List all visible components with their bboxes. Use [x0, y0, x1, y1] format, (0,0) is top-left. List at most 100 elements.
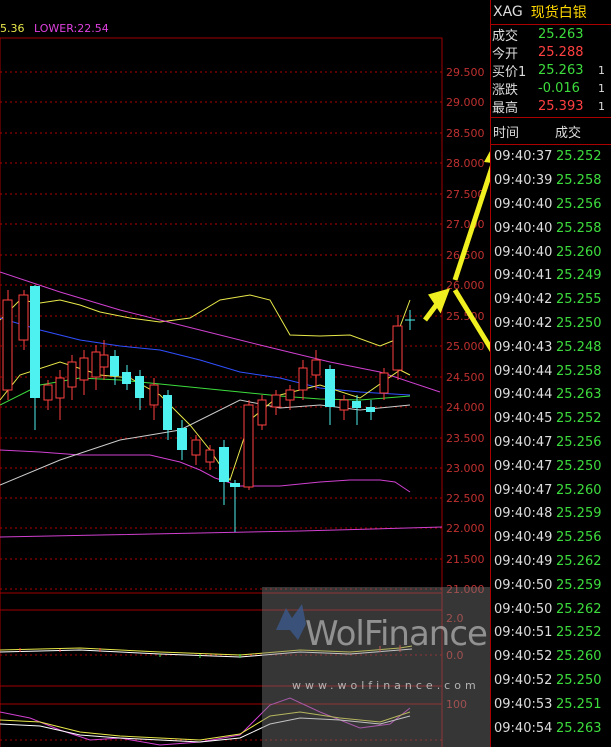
quote-label: 今开: [492, 46, 519, 62]
trade-time: 09:40:48: [494, 506, 553, 522]
quote-label: 涨跌: [492, 82, 519, 98]
trade-row: 09:40:39 25.258: [491, 169, 611, 193]
quote-row: 涨跌 -0.016 1: [491, 79, 611, 98]
price-tick: 26.000: [446, 279, 485, 292]
trade-time: 09:40:45: [494, 411, 553, 427]
trade-time: 09:40:49: [494, 553, 553, 569]
candles: [2, 285, 415, 532]
trade-time: 09:40:40: [494, 220, 553, 236]
quote-row: 买价1 25.263 1: [491, 61, 611, 80]
trade-row: 09:40:53 25.251: [491, 692, 611, 716]
trade-price: 25.256: [556, 434, 602, 450]
trade-time: 09:40:47: [494, 434, 553, 450]
trade-price: 25.252: [556, 149, 602, 165]
trade-time: 09:40:42: [494, 315, 553, 331]
price-tick: 21.500: [446, 553, 485, 566]
trade-time: 09:40:53: [494, 696, 553, 712]
trade-row: 09:40:54 25.263: [491, 716, 611, 740]
price-tick: 22.500: [446, 492, 485, 505]
price-tick: 28.500: [446, 127, 485, 140]
trend-line-upper: [0, 271, 441, 393]
trade-time: 09:40:47: [494, 458, 553, 474]
price-tick: 22.000: [446, 522, 485, 535]
trade-row: 09:40:47 25.250: [491, 454, 611, 478]
trade-time: 09:40:50: [494, 577, 553, 593]
price-tick: 24.000: [446, 401, 485, 414]
trade-row: 09:40:44 25.258: [491, 359, 611, 383]
trade-time: 09:40:41: [494, 268, 553, 284]
trade-ticker[interactable]: 时间 成交 09:40:37 25.252 09:40:39 25.258 09:40:…: [491, 117, 611, 740]
quote-value: 25.288: [538, 44, 584, 60]
watermark-brand: WolFinance: [305, 614, 488, 654]
trade-price: 25.258: [556, 220, 602, 236]
trade-row: 09:40:42 25.250: [491, 312, 611, 336]
trade-row: 09:40:42 25.255: [491, 288, 611, 312]
trade-row: 09:40:49 25.262: [491, 550, 611, 574]
trade-time: 09:40:43: [494, 339, 553, 355]
trade-row: 09:40:40 25.256: [491, 193, 611, 217]
trade-time: 09:40:39: [494, 173, 553, 189]
trade-row: 09:40:50 25.259: [491, 573, 611, 597]
quote-table: 成交 25.263 今开 25.288 买价1 25.263 1 涨跌 -0.016 1 最…: [491, 24, 611, 116]
trade-time: 09:40:47: [494, 482, 553, 498]
bollinger-lower-line: [0, 449, 411, 493]
symbol-code: XAG: [493, 4, 523, 20]
trade-row: 09:40:52 25.250: [491, 669, 611, 693]
trade-price: 25.256: [556, 196, 602, 212]
price-tick: 28.000: [446, 157, 485, 170]
price-tick: 29.500: [446, 66, 485, 79]
indicator-legend: 5.36 LOWER:22.54: [0, 22, 109, 35]
price-tick: 24.500: [446, 371, 485, 384]
trade-row: 09:40:43 25.248: [491, 335, 611, 359]
quote-value: -0.016: [538, 80, 580, 96]
quote-row: 成交 25.263: [491, 25, 611, 44]
bollinger-mid-value: 5.36: [0, 22, 25, 35]
trade-price: 25.250: [556, 672, 602, 688]
trade-price: 25.252: [556, 411, 602, 427]
trade-row: 09:40:40 25.258: [491, 216, 611, 240]
trade-row: 09:40:49 25.256: [491, 526, 611, 550]
trade-time: 09:40:42: [494, 292, 553, 308]
trade-price: 25.262: [556, 553, 602, 569]
time-column-header: 时间: [493, 125, 520, 141]
trade-price: 25.250: [556, 458, 602, 474]
quote-value: 25.263: [538, 26, 584, 42]
trade-time: 09:40:37: [494, 149, 553, 165]
price-tick: 23.000: [446, 462, 485, 475]
trade-price: 25.252: [556, 625, 602, 641]
trade-header: 时间 成交: [491, 118, 611, 145]
trade-price: 25.250: [556, 315, 602, 331]
trade-row: 09:40:40 25.260: [491, 240, 611, 264]
trade-price: 25.263: [556, 387, 602, 403]
bollinger-upper-line: [0, 294, 411, 347]
price-column-header: 成交: [555, 125, 582, 141]
trade-time: 09:40:52: [494, 649, 553, 665]
trade-row: 09:40:48 25.259: [491, 502, 611, 526]
trade-price: 25.260: [556, 649, 602, 665]
trade-price: 25.248: [556, 339, 602, 355]
trade-price: 25.262: [556, 601, 602, 617]
symbol-name: 现货白银: [530, 5, 587, 21]
quote-value: 25.263: [538, 62, 584, 78]
watermark-url: www.wolfinance.com: [292, 679, 480, 692]
quote-row: 最高 25.393 1: [491, 97, 611, 116]
trade-row: 09:40:50 25.262: [491, 597, 611, 621]
trade-time: 09:40:44: [494, 363, 553, 379]
trade-time: 09:40:52: [494, 672, 553, 688]
trade-row: 09:40:41 25.249: [491, 264, 611, 288]
trade-price: 25.259: [556, 506, 602, 522]
quote-extra: 1: [598, 99, 605, 113]
trade-price: 25.258: [556, 363, 602, 379]
trade-price: 25.249: [556, 268, 602, 284]
trade-price: 25.256: [556, 530, 602, 546]
quote-extra: 1: [598, 63, 605, 77]
trade-time: 09:40:51: [494, 625, 553, 641]
quote-extra: 1: [598, 81, 605, 95]
price-tick: 23.500: [446, 432, 485, 445]
trade-price: 25.259: [556, 577, 602, 593]
price-tick: 29.000: [446, 96, 485, 109]
trade-row: 09:40:45 25.252: [491, 407, 611, 431]
quote-label: 成交: [492, 28, 519, 44]
quote-label: 最高: [492, 100, 519, 116]
trade-price: 25.258: [556, 173, 602, 189]
